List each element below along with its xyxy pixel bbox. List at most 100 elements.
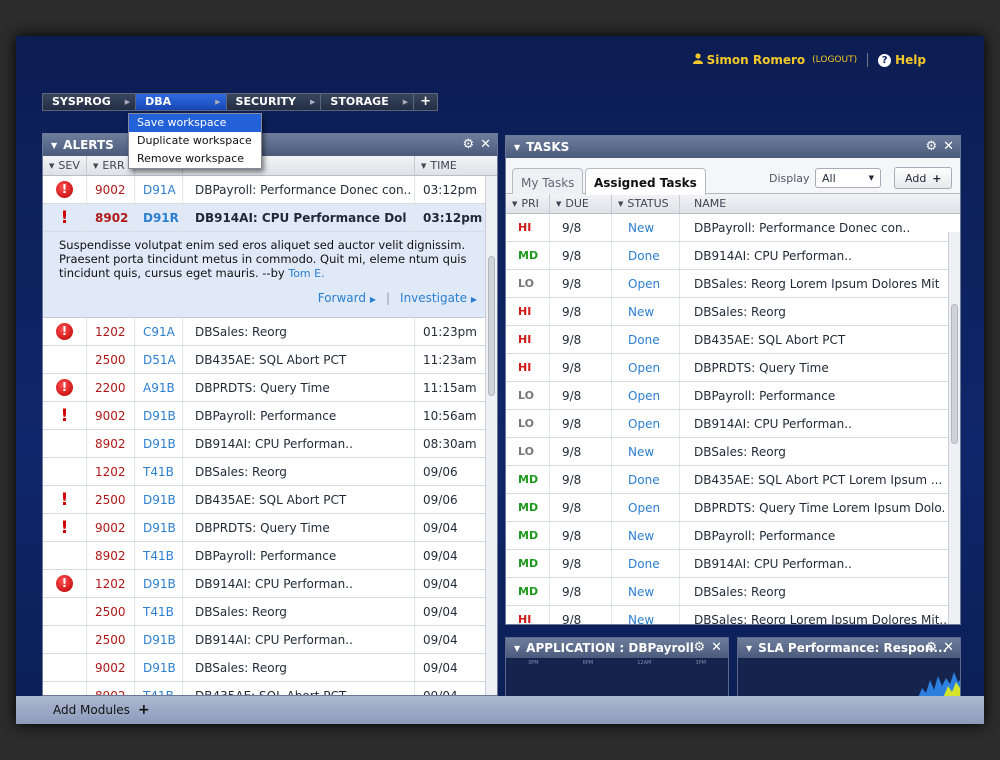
close-icon[interactable]: ✕ — [943, 139, 954, 154]
alert-id-link[interactable]: D51A — [135, 346, 183, 373]
col-pri[interactable]: ▼ PRI — [506, 194, 550, 213]
status-link[interactable]: Done — [612, 550, 680, 577]
alert-row[interactable]: ! 9002 D91B DBPRDTS: Query Time 09/04 — [43, 514, 497, 542]
task-row[interactable]: HI 9/8 New DBSales: Reorg — [506, 298, 960, 326]
col-status[interactable]: ▼ STATUS — [612, 194, 680, 213]
gear-icon[interactable]: ⚙ — [693, 640, 705, 655]
alert-row[interactable]: ! 8902 D91R DB914AI: CPU Performance Dol 03:… — [43, 204, 497, 232]
add-modules-label[interactable]: Add Modules — [53, 703, 130, 717]
alert-id-link[interactable]: D91A — [135, 176, 183, 203]
alert-id-link[interactable]: T41B — [135, 682, 183, 695]
collapse-triangle-icon[interactable]: ▼ — [514, 143, 520, 152]
task-row[interactable]: LO 9/8 New DBSales: Reorg — [506, 438, 960, 466]
alert-id-link[interactable]: D91B — [135, 486, 183, 513]
alert-row[interactable]: ! 9002 D91A DBPayroll: Performance Donec co… — [43, 176, 497, 204]
col-name[interactable]: NAME — [680, 194, 946, 213]
alert-id-link[interactable]: A91B — [135, 374, 183, 401]
task-row[interactable]: HI 9/8 New DBSales: Reorg Lorem Ipsum Dolor… — [506, 606, 960, 624]
alert-row[interactable]: 2500 T41B DBSales: Reorg 09/04 — [43, 598, 497, 626]
alert-row[interactable]: ! 1202 D91B DB914AI: CPU Performan.. 09/04 — [43, 570, 497, 598]
col-sev[interactable]: ▼ SEV — [43, 156, 87, 175]
task-row[interactable]: HI 9/8 Done DB435AE: SQL Abort PCT — [506, 326, 960, 354]
collapse-triangle-icon[interactable]: ▼ — [746, 644, 752, 653]
task-row[interactable]: MD 9/8 New DBPayroll: Performance — [506, 522, 960, 550]
alert-row[interactable]: ! 1202 C91A DBSales: Reorg 01:23pm — [43, 318, 497, 346]
tab-assigned-tasks[interactable]: Assigned Tasks — [585, 168, 706, 195]
status-link[interactable]: Done — [612, 326, 680, 353]
alert-row[interactable]: 2500 D91B DB914AI: CPU Performan.. 09/04 — [43, 626, 497, 654]
arrow-right-icon[interactable]: ▶ — [125, 93, 130, 111]
close-icon[interactable]: ✕ — [943, 640, 954, 655]
close-icon[interactable]: ✕ — [711, 640, 722, 655]
status-link[interactable]: Open — [612, 270, 680, 297]
arrow-right-icon[interactable]: ▶ — [310, 93, 315, 111]
alert-row[interactable]: 8902 T41B DBPayroll: Performance 09/04 — [43, 542, 497, 570]
menu-item-save-workspace[interactable]: Save workspace — [129, 114, 261, 132]
alert-row[interactable]: ! 2500 D91B DB435AE: SQL Abort PCT 09/06 — [43, 486, 497, 514]
tab-my-tasks[interactable]: My Tasks — [512, 168, 584, 194]
tasks-scrollbar[interactable] — [948, 232, 960, 624]
alert-id-link[interactable]: D91B — [135, 514, 183, 541]
logout-link[interactable]: (LOGOUT) — [812, 55, 857, 65]
tab-security[interactable]: SECURITY ▶ — [225, 93, 321, 111]
add-workspace-button[interactable]: + — [413, 93, 439, 111]
task-row[interactable]: MD 9/8 Done DB435AE: SQL Abort PCT Lorem Ip… — [506, 466, 960, 494]
alert-id-link[interactable]: D91B — [135, 626, 183, 653]
help-icon[interactable]: ? — [878, 53, 892, 67]
collapse-triangle-icon[interactable]: ▼ — [51, 141, 57, 150]
task-row[interactable]: MD 9/8 Open DBPRDTS: Query Time Lorem Ipsum… — [506, 494, 960, 522]
status-link[interactable]: New — [612, 522, 680, 549]
task-row[interactable]: HI 9/8 Open DBPRDTS: Query Time — [506, 354, 960, 382]
close-icon[interactable]: ✕ — [480, 137, 491, 152]
investigate-link[interactable]: Investigate ▶ — [400, 291, 477, 307]
alert-row[interactable]: 8902 D91B DB914AI: CPU Performan.. 08:30am — [43, 430, 497, 458]
alert-id-link[interactable]: C91A — [135, 318, 183, 345]
alert-row[interactable]: ! 2200 A91B DBPRDTS: Query Time 11:15am — [43, 374, 497, 402]
col-time[interactable]: ▼ TIME — [415, 156, 485, 175]
task-row[interactable]: LO 9/8 Open DBPayroll: Performance — [506, 382, 960, 410]
alert-id-link[interactable]: D91B — [135, 430, 183, 457]
gear-icon[interactable]: ⚙ — [462, 137, 474, 152]
add-task-button[interactable]: Add + — [894, 167, 952, 189]
status-link[interactable]: Open — [612, 382, 680, 409]
col-due[interactable]: ▼ DUE — [550, 194, 612, 213]
alert-row[interactable]: 2500 D51A DB435AE: SQL Abort PCT 11:23am — [43, 346, 497, 374]
status-link[interactable]: Open — [612, 494, 680, 521]
status-link[interactable]: New — [612, 578, 680, 605]
status-link[interactable]: Done — [612, 466, 680, 493]
gear-icon[interactable]: ⚙ — [925, 640, 937, 655]
collapse-triangle-icon[interactable]: ▼ — [514, 644, 520, 653]
alert-id-link[interactable]: T41B — [135, 542, 183, 569]
task-row[interactable]: LO 9/8 Open DBSales: Reorg Lorem Ipsum Dolo… — [506, 270, 960, 298]
tab-dba[interactable]: DBA ▶ — [135, 93, 226, 111]
menu-item-duplicate-workspace[interactable]: Duplicate workspace — [129, 132, 261, 150]
gear-icon[interactable]: ⚙ — [925, 139, 937, 154]
add-modules-plus-icon[interactable]: + — [138, 702, 150, 718]
user-name[interactable]: Simon Romero — [707, 53, 806, 67]
status-link[interactable]: New — [612, 214, 680, 241]
task-row[interactable]: MD 9/8 New DBSales: Reorg — [506, 578, 960, 606]
arrow-right-icon[interactable]: ▶ — [215, 93, 220, 111]
display-select[interactable]: All ▼ — [815, 168, 881, 188]
alert-row[interactable]: 1202 T41B DBSales: Reorg 09/06 — [43, 458, 497, 486]
arrow-right-icon[interactable]: ▶ — [403, 93, 408, 111]
status-link[interactable]: Done — [612, 242, 680, 269]
author-link[interactable]: Tom E. — [288, 267, 324, 280]
help-link[interactable]: Help — [895, 53, 926, 67]
alert-id-link[interactable]: D91B — [135, 654, 183, 681]
alert-id-link[interactable]: D91B — [135, 402, 183, 429]
alert-id-link[interactable]: T41B — [135, 458, 183, 485]
status-link[interactable]: Open — [612, 410, 680, 437]
alerts-scrollbar[interactable] — [485, 176, 497, 695]
alert-id-link[interactable]: D91R — [135, 204, 183, 231]
tab-storage[interactable]: STORAGE ▶ — [320, 93, 414, 111]
status-link[interactable]: New — [612, 606, 680, 624]
task-row[interactable]: MD 9/8 Done DB914AI: CPU Performan.. — [506, 242, 960, 270]
scroll-thumb[interactable] — [488, 256, 495, 396]
task-row[interactable]: HI 9/8 New DBPayroll: Performance Donec con… — [506, 214, 960, 242]
alert-id-link[interactable]: D91B — [135, 570, 183, 597]
tab-sysprog[interactable]: SYSPROG ▶ — [42, 93, 136, 111]
alert-row[interactable]: 8902 T41B DB435AE: SQL Abort PCT 09/04 — [43, 682, 497, 695]
status-link[interactable]: New — [612, 298, 680, 325]
alert-row[interactable]: 9002 D91B DBSales: Reorg 09/04 — [43, 654, 497, 682]
